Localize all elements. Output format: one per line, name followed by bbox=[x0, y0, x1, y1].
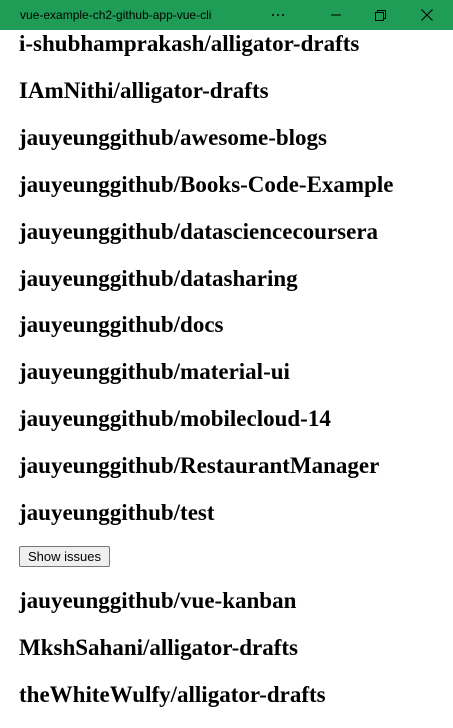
repo-title: MkshSahani/alligator-drafts bbox=[19, 635, 299, 660]
repo-title: theWhiteWulfy/alligator-drafts bbox=[19, 682, 326, 707]
repo-title: jauyeunggithub/vue-kanban bbox=[19, 588, 297, 613]
close-icon bbox=[421, 9, 433, 21]
repo-title: jauyeunggithub/docs bbox=[19, 312, 224, 337]
show-issues-button[interactable]: Show issues bbox=[19, 546, 110, 567]
title-bar[interactable]: vue-example-ch2-github-app-vue-cli bbox=[0, 0, 453, 30]
repo-title: jauyeunggithub/material-ui bbox=[19, 359, 290, 384]
app-window: i-shubhamprakash/alligator-drafts IAmNit… bbox=[0, 0, 453, 728]
more-icon bbox=[272, 14, 284, 16]
close-button[interactable] bbox=[405, 0, 449, 30]
minimize-button[interactable] bbox=[314, 0, 358, 30]
window-title: vue-example-ch2-github-app-vue-cli bbox=[20, 8, 212, 22]
repo-title: jauyeunggithub/test bbox=[19, 500, 215, 525]
restore-button[interactable] bbox=[358, 0, 402, 30]
restore-icon bbox=[374, 9, 386, 21]
repo-title: jauyeunggithub/mobilecloud-14 bbox=[19, 406, 331, 431]
repo-title: jauyeunggithub/Books-Code-Example bbox=[19, 172, 394, 197]
more-options-button[interactable] bbox=[256, 0, 300, 30]
repo-title: jauyeunggithub/datasharing bbox=[19, 266, 298, 291]
repo-list: i-shubhamprakash/alligator-drafts IAmNit… bbox=[0, 0, 453, 728]
repo-title: IAmNithi/alligator-drafts bbox=[19, 78, 269, 103]
repo-title: jauyeunggithub/RestaurantManager bbox=[19, 453, 380, 478]
repo-title: i-shubhamprakash/alligator-drafts bbox=[19, 31, 360, 56]
repo-title: jauyeunggithub/datasciencecoursera bbox=[19, 219, 379, 244]
minimize-icon bbox=[331, 14, 341, 16]
repo-title: jauyeunggithub/awesome-blogs bbox=[19, 125, 327, 150]
